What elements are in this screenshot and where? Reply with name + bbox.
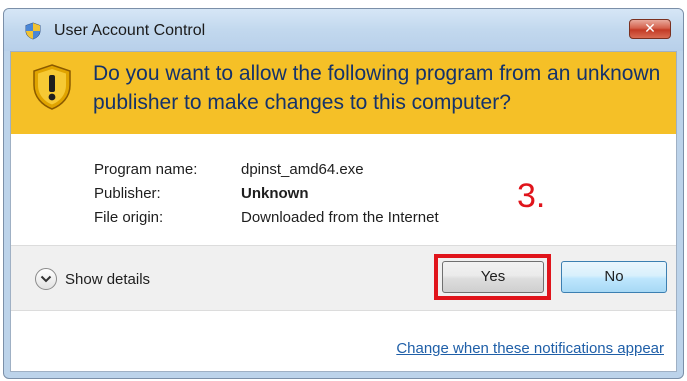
title-bar: User Account Control ✕ xyxy=(4,9,683,51)
publisher-label: Publisher: xyxy=(94,185,161,202)
show-details-label[interactable]: Show details xyxy=(65,271,150,288)
warning-shield-icon xyxy=(33,64,71,110)
chevron-down-icon[interactable] xyxy=(35,268,57,290)
file-origin-label: File origin: xyxy=(94,209,164,226)
warning-message: Do you want to allow the following progr… xyxy=(93,62,661,114)
show-details-toggle[interactable]: Show details xyxy=(35,266,150,292)
window-title: User Account Control xyxy=(54,22,206,39)
uac-shield-icon xyxy=(25,22,41,40)
publisher-value: Unknown xyxy=(241,185,309,202)
change-notifications-link[interactable]: Change when these notifications appear xyxy=(396,340,664,357)
program-name-label: Program name: xyxy=(94,161,198,178)
close-button[interactable]: ✕ xyxy=(629,19,671,39)
warning-banner: Do you want to allow the following progr… xyxy=(11,52,676,134)
action-bar: Show details Yes No xyxy=(11,245,676,311)
info-row-program-name: Program name: dpinst_amd64.exe xyxy=(94,158,439,182)
uac-dialog: User Account Control ✕ Do you want to al… xyxy=(3,8,684,379)
info-row-publisher: Publisher: Unknown xyxy=(94,182,439,206)
yes-button[interactable]: Yes xyxy=(442,261,544,293)
close-icon: ✕ xyxy=(644,21,656,37)
dialog-body: Do you want to allow the following progr… xyxy=(10,51,677,372)
file-origin-value: Downloaded from the Internet xyxy=(241,209,439,226)
no-button[interactable]: No xyxy=(561,261,667,293)
step-annotation: 3. xyxy=(517,177,546,215)
info-row-file-origin: File origin: Downloaded from the Internet xyxy=(94,206,439,230)
program-info: Program name: dpinst_amd64.exe Publisher:… xyxy=(94,158,439,230)
program-name-value: dpinst_amd64.exe xyxy=(241,161,364,178)
chevron-down-glyph xyxy=(40,275,52,283)
